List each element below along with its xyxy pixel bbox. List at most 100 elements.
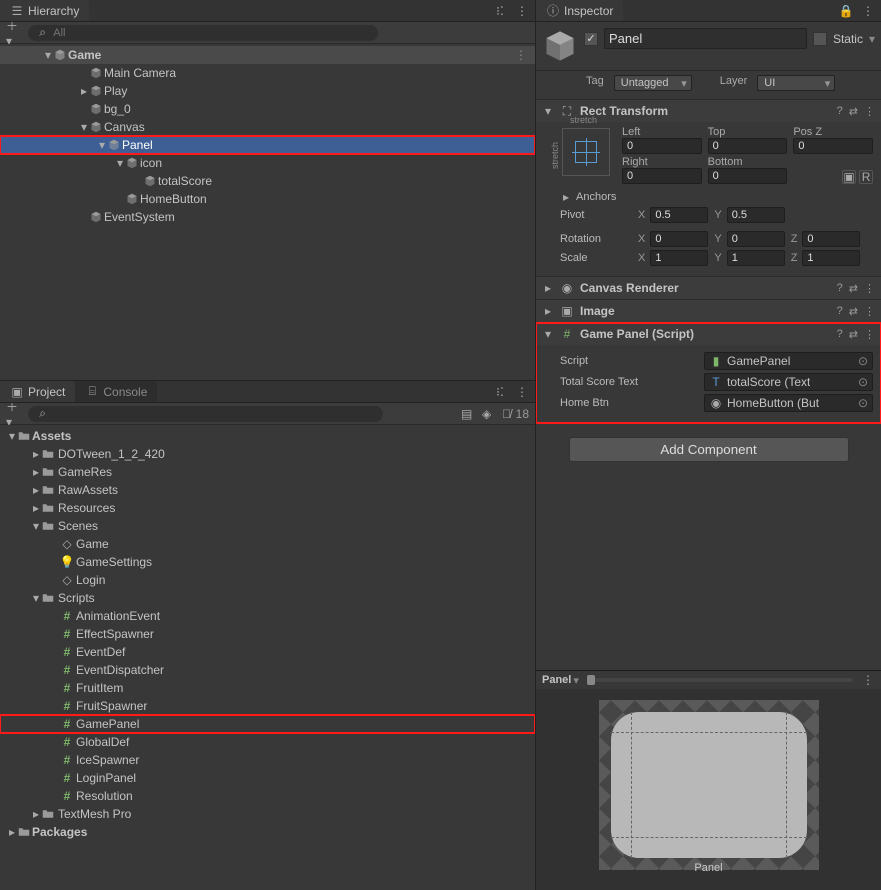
project-item[interactable]: ▸TextMesh Pro: [0, 805, 535, 823]
scale-x-input[interactable]: [650, 250, 708, 266]
top-input[interactable]: [708, 138, 788, 154]
foldout-icon[interactable]: ▾: [96, 138, 108, 152]
project-item[interactable]: #GlobalDef: [0, 733, 535, 751]
hierarchy-search[interactable]: ⌕: [28, 25, 378, 41]
help-icon[interactable]: ?: [837, 305, 843, 318]
project-item[interactable]: #FruitSpawner: [0, 697, 535, 715]
layer-dropdown[interactable]: UI: [757, 75, 835, 91]
foldout-icon[interactable]: ▾: [542, 327, 554, 341]
hierarchy-item[interactable]: ▾icon: [0, 154, 535, 172]
hidden-count-badge[interactable]: 👁̸ 18: [500, 407, 529, 421]
project-search[interactable]: ⌕: [28, 406, 383, 422]
project-item[interactable]: #GamePanel: [0, 715, 535, 733]
project-item[interactable]: ▸RawAssets: [0, 481, 535, 499]
project-tree[interactable]: ▾ Assets ▸DOTween_1_2_420▸GameRes▸RawAss…: [0, 425, 535, 890]
preset-icon[interactable]: ⇄: [849, 105, 858, 118]
rot-x-input[interactable]: [650, 231, 708, 247]
foldout-icon[interactable]: ▸: [542, 281, 554, 295]
right-input[interactable]: [622, 168, 702, 184]
project-tab[interactable]: ▣ Project: [0, 381, 75, 402]
hierarchy-search-input[interactable]: [53, 27, 370, 39]
lock-icon[interactable]: 🔒: [839, 4, 853, 18]
foldout-icon[interactable]: ▸: [30, 807, 42, 821]
kebab-icon[interactable]: ⋮: [864, 282, 875, 295]
foldout-icon[interactable]: ▾: [542, 104, 554, 118]
foldout-icon[interactable]: ▸: [6, 825, 18, 839]
scene-row[interactable]: ▾ Game ⋮: [0, 46, 535, 64]
foldout-icon[interactable]: ▾: [30, 519, 42, 533]
kebab-icon[interactable]: ⋮: [864, 328, 875, 341]
bottom-input[interactable]: [708, 168, 788, 184]
project-item[interactable]: #AnimationEvent: [0, 607, 535, 625]
project-item[interactable]: ◇Game: [0, 535, 535, 553]
project-item[interactable]: #Resolution: [0, 787, 535, 805]
preset-icon[interactable]: ⇄: [849, 305, 858, 318]
active-checkbox[interactable]: [584, 32, 598, 46]
rot-z-input[interactable]: [802, 231, 860, 247]
hierarchy-item[interactable]: Main Camera: [0, 64, 535, 82]
static-dropdown[interactable]: ▾: [869, 32, 875, 46]
console-tab[interactable]: ⌸ Console: [75, 381, 157, 402]
project-item[interactable]: ▸Resources: [0, 499, 535, 517]
hierarchy-item[interactable]: ▾Panel: [0, 136, 535, 154]
hierarchy-tree[interactable]: ▾ Game ⋮ Main Camera▸Playbg_0▾Canvas▾Pan…: [0, 44, 535, 380]
project-item[interactable]: ▸GameRes: [0, 463, 535, 481]
homebtn-objfield[interactable]: ◉HomeButton (But⊙: [704, 394, 873, 412]
foldout-icon[interactable]: ▸: [560, 190, 572, 204]
filter-type-icon[interactable]: ▤: [460, 407, 474, 421]
inspector-tab[interactable]: ⓘ Inspector: [536, 0, 623, 21]
filter-label-icon[interactable]: ◈: [480, 407, 494, 421]
tag-dropdown[interactable]: Untagged: [614, 75, 692, 91]
popout-icon[interactable]: ⁝⁚: [493, 385, 507, 399]
project-item[interactable]: ▾Scripts: [0, 589, 535, 607]
raw-icon[interactable]: R: [859, 170, 873, 184]
object-picker-icon[interactable]: ⊙: [858, 396, 868, 410]
hierarchy-item[interactable]: EventSystem: [0, 208, 535, 226]
component-header[interactable]: ▸ ◉ Canvas Renderer ?⇄⋮: [536, 277, 881, 299]
gameobject-name-input[interactable]: [604, 28, 807, 49]
add-component-button[interactable]: Add Component: [569, 437, 849, 462]
hierarchy-item[interactable]: totalScore: [0, 172, 535, 190]
scale-y-input[interactable]: [727, 250, 785, 266]
create-dropdown[interactable]: ＋▾: [6, 26, 20, 40]
create-dropdown[interactable]: ＋▾: [6, 407, 20, 421]
project-item[interactable]: #EventDef: [0, 643, 535, 661]
assets-root[interactable]: ▾ Assets: [0, 427, 535, 445]
foldout-icon[interactable]: ▸: [30, 501, 42, 515]
pivot-x-input[interactable]: [650, 207, 708, 223]
project-item[interactable]: ▾Scenes: [0, 517, 535, 535]
hierarchy-item[interactable]: ▾Canvas: [0, 118, 535, 136]
hierarchy-tab[interactable]: ☰ Hierarchy: [0, 0, 89, 21]
packages-root[interactable]: ▸ Packages: [0, 823, 535, 841]
project-item[interactable]: ◇Login: [0, 571, 535, 589]
project-item[interactable]: ▸DOTween_1_2_420: [0, 445, 535, 463]
project-search-input[interactable]: [53, 408, 375, 420]
pivot-y-input[interactable]: [727, 207, 785, 223]
hierarchy-item[interactable]: bg_0: [0, 100, 535, 118]
help-icon[interactable]: ?: [837, 105, 843, 118]
totalscore-objfield[interactable]: TtotalScore (Text⊙: [704, 373, 873, 391]
object-picker-icon[interactable]: ⊙: [858, 375, 868, 389]
script-objfield[interactable]: ▮GamePanel⊙: [704, 352, 873, 370]
rot-y-input[interactable]: [727, 231, 785, 247]
foldout-icon[interactable]: ▸: [30, 483, 42, 497]
kebab-icon[interactable]: ⋮: [861, 4, 875, 18]
hierarchy-item[interactable]: ▸Play: [0, 82, 535, 100]
foldout-icon[interactable]: ▸: [542, 304, 554, 318]
kebab-icon[interactable]: ⋮: [515, 48, 527, 62]
foldout-icon[interactable]: ▾: [30, 591, 42, 605]
popout-icon[interactable]: ⁝⁚: [493, 4, 507, 18]
help-icon[interactable]: ?: [837, 282, 843, 295]
kebab-icon[interactable]: ⋮: [864, 305, 875, 318]
kebab-icon[interactable]: ⋮: [864, 105, 875, 118]
project-item[interactable]: 💡GameSettings: [0, 553, 535, 571]
foldout-icon[interactable]: ▸: [78, 84, 90, 98]
blueprint-icon[interactable]: ▣: [842, 170, 856, 184]
kebab-icon[interactable]: ⋮: [515, 385, 529, 399]
kebab-icon[interactable]: ⋮: [861, 673, 875, 687]
static-checkbox[interactable]: [813, 32, 827, 46]
foldout-icon[interactable]: ▾: [78, 120, 90, 134]
foldout-icon[interactable]: ▾: [42, 48, 54, 62]
left-input[interactable]: [622, 138, 702, 154]
component-header[interactable]: ▾ # Game Panel (Script) ?⇄⋮: [536, 323, 881, 345]
